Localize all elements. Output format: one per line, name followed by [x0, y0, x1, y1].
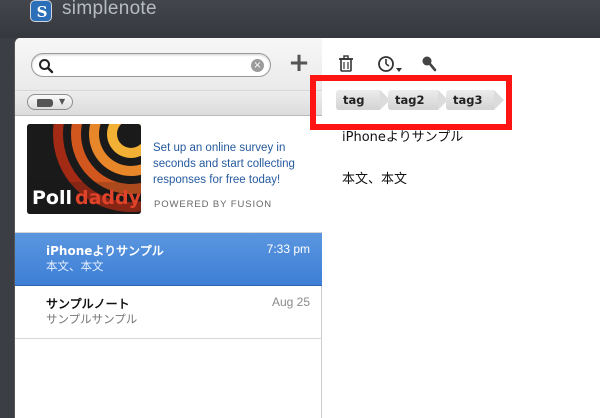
polldaddy-logo[interactable]: Poll daddy	[27, 124, 141, 214]
svg-text:daddy: daddy	[75, 187, 141, 209]
app-logo-icon: S	[30, 0, 52, 22]
svg-text:Poll: Poll	[32, 187, 72, 209]
app-window: × + ▼ Poll daddy Set up an online survey…	[14, 38, 600, 418]
tag-filter-button[interactable]: ▼	[27, 94, 73, 110]
search-input[interactable]	[60, 57, 240, 73]
note-list-item[interactable]: サンプルノート サンプルサンプル Aug 25	[15, 286, 322, 339]
note-list-item-selected[interactable]: iPhoneよりサンプル 本文、本文 7:33 pm	[15, 233, 322, 286]
trash-icon[interactable]	[336, 54, 356, 74]
search-icon	[39, 59, 54, 74]
tag-icon	[37, 99, 53, 107]
ad-banner[interactable]: Poll daddy Set up an online survey in se…	[15, 116, 322, 233]
chevron-down-icon: ▼	[59, 97, 66, 106]
note-date: Aug 25	[271, 295, 310, 309]
search-field[interactable]: ×	[31, 53, 271, 77]
note-date: 7:33 pm	[266, 242, 310, 256]
app-title: simplenote	[62, 0, 157, 19]
search-toolbar: × +	[15, 38, 322, 90]
add-note-button[interactable]: +	[287, 50, 311, 77]
title-bar: S simplenote	[0, 0, 600, 38]
note-body-line[interactable]: 本文、本文	[342, 168, 407, 187]
search-note-icon[interactable]	[419, 54, 439, 74]
note-preview: サンプルサンプル	[46, 312, 138, 326]
note-title: サンプルノート	[46, 297, 130, 311]
tags-highlight-box	[310, 75, 512, 130]
history-clock-icon[interactable]	[377, 54, 403, 74]
ad-powered-by: POWERED BY FUSION	[154, 199, 273, 210]
note-title: iPhoneよりサンプル	[46, 244, 164, 258]
tag-filter-bar: ▼	[15, 90, 322, 116]
notes-pane: × + ▼ Poll daddy Set up an online survey…	[15, 38, 322, 418]
ad-text[interactable]: Set up an online survey in seconds and s…	[153, 140, 315, 188]
note-preview: 本文、本文	[46, 259, 104, 273]
clear-search-icon[interactable]: ×	[251, 59, 264, 72]
